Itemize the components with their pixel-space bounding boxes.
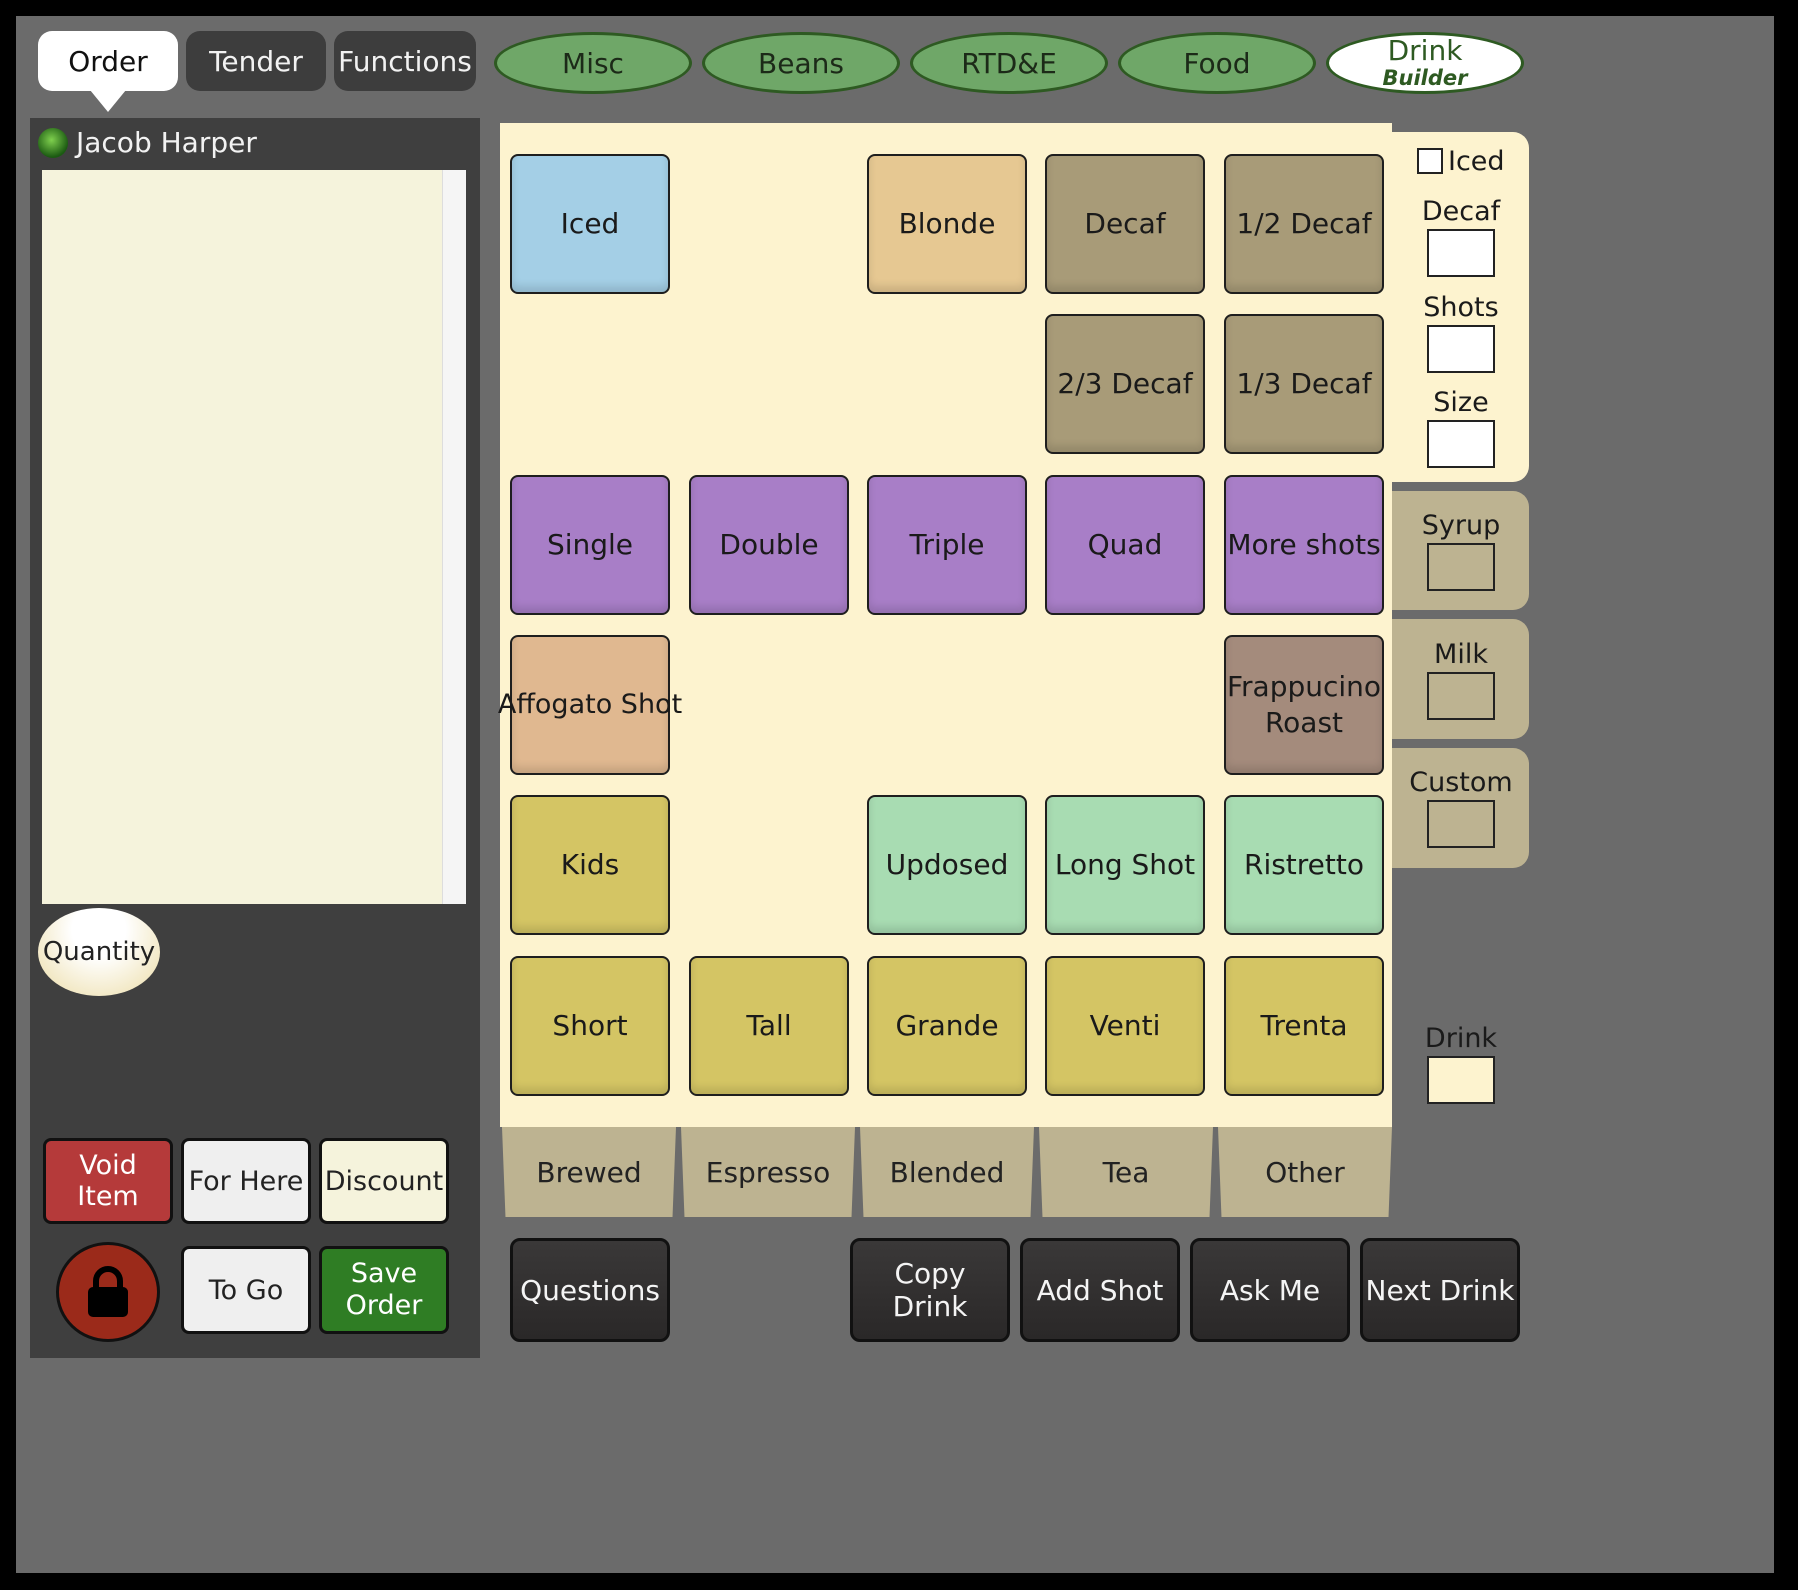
drink-builder-line1: Drink	[1387, 34, 1463, 67]
quantity-button[interactable]: Quantity	[38, 908, 160, 996]
frap-roast-line1: Frappucino	[1226, 670, 1382, 703]
category-drink-builder[interactable]: Drink Builder	[1326, 32, 1524, 94]
ask-me-button[interactable]: Ask Me	[1190, 1238, 1350, 1342]
venti-size-button[interactable]: Venti	[1045, 956, 1205, 1096]
add-shot-button[interactable]: Add Shot	[1020, 1238, 1180, 1342]
drink-label: Drink	[1424, 1023, 1498, 1054]
size-value-box[interactable]	[1427, 420, 1495, 468]
category-food[interactable]: Food	[1118, 32, 1316, 94]
save-order-line2: Order	[345, 1290, 423, 1321]
lock-button[interactable]	[56, 1242, 160, 1342]
customer-name: Jacob Harper	[76, 126, 257, 159]
void-item-button[interactable]: Void Item	[43, 1138, 173, 1224]
long-shot-button[interactable]: Long Shot	[1045, 795, 1205, 935]
pos-window: Order Tender Functions Misc Beans RTD&E …	[16, 16, 1774, 1573]
tab-tea[interactable]: Tea	[1039, 1127, 1213, 1217]
copy-drink-button[interactable]: Copy Drink	[850, 1238, 1010, 1342]
syrup-label: Syrup	[1421, 510, 1501, 541]
save-order-button[interactable]: Save Order	[319, 1246, 449, 1334]
quad-shot-button[interactable]: Quad	[1045, 475, 1205, 615]
tab-functions[interactable]: Functions	[334, 31, 476, 91]
custom-value-box[interactable]	[1427, 800, 1495, 848]
for-here-button[interactable]: For Here	[181, 1138, 311, 1224]
lock-icon	[88, 1266, 128, 1317]
decaf-button[interactable]: Decaf	[1045, 154, 1205, 294]
questions-button[interactable]: Questions	[510, 1238, 670, 1342]
order-items-list[interactable]	[42, 170, 442, 904]
next-drink-button[interactable]: Next Drink	[1360, 1238, 1520, 1342]
affogato-shot-button[interactable]: Affogato Shot	[498, 635, 682, 775]
iced-button[interactable]: Iced	[510, 154, 670, 294]
order-panel: Jacob Harper Quantity Void Item For Here…	[30, 118, 480, 1358]
decaf-label: Decaf	[1421, 196, 1501, 227]
tab-espresso[interactable]: Espresso	[681, 1127, 855, 1217]
drink-builder-line2: Builder	[1382, 66, 1468, 90]
milk-value-box[interactable]	[1427, 672, 1495, 720]
to-go-button[interactable]: To Go	[181, 1246, 311, 1334]
decaf-value-box[interactable]	[1427, 229, 1495, 277]
discount-button[interactable]: Discount	[319, 1138, 449, 1224]
tab-tender[interactable]: Tender	[186, 31, 326, 91]
iced-checkbox[interactable]	[1417, 148, 1443, 174]
drink-value-box[interactable]	[1427, 1056, 1495, 1104]
short-size-button[interactable]: Short	[510, 956, 670, 1096]
tab-blended[interactable]: Blended	[860, 1127, 1034, 1217]
shots-label: Shots	[1423, 292, 1499, 323]
order-list-scrollbar[interactable]	[442, 170, 466, 904]
tab-brewed[interactable]: Brewed	[502, 1127, 676, 1217]
tab-other[interactable]: Other	[1218, 1127, 1392, 1217]
more-shots-button[interactable]: More shots	[1224, 475, 1384, 615]
shots-value-box[interactable]	[1427, 325, 1495, 373]
kids-size-button[interactable]: Kids	[510, 795, 670, 935]
save-order-line1: Save	[350, 1258, 418, 1289]
category-misc[interactable]: Misc	[494, 32, 692, 94]
double-shot-button[interactable]: Double	[689, 475, 849, 615]
custom-label: Custom	[1409, 767, 1513, 798]
frappuccino-roast-button[interactable]: Frappucino Roast	[1224, 635, 1384, 775]
triple-shot-button[interactable]: Triple	[867, 475, 1027, 615]
milk-label: Milk	[1434, 639, 1488, 670]
iced-checkbox-label: Iced	[1448, 146, 1505, 177]
size-label: Size	[1433, 387, 1489, 418]
category-rtde[interactable]: RTD&E	[910, 32, 1108, 94]
two-thirds-decaf-button[interactable]: 2/3 Decaf	[1045, 314, 1205, 454]
updosed-button[interactable]: Updosed	[867, 795, 1027, 935]
grande-size-button[interactable]: Grande	[867, 956, 1027, 1096]
half-decaf-button[interactable]: 1/2 Decaf	[1224, 154, 1384, 294]
trenta-size-button[interactable]: Trenta	[1224, 956, 1384, 1096]
syrup-value-box[interactable]	[1427, 543, 1495, 591]
one-third-decaf-button[interactable]: 1/3 Decaf	[1224, 314, 1384, 454]
ristretto-button[interactable]: Ristretto	[1224, 795, 1384, 935]
blonde-button[interactable]: Blonde	[867, 154, 1027, 294]
customer-status-indicator	[38, 128, 68, 158]
frap-roast-line2: Roast	[1264, 706, 1344, 739]
tall-size-button[interactable]: Tall	[689, 956, 849, 1096]
category-beans[interactable]: Beans	[702, 32, 900, 94]
tab-order[interactable]: Order	[38, 31, 178, 91]
single-shot-button[interactable]: Single	[510, 475, 670, 615]
active-tab-pointer	[90, 90, 126, 112]
